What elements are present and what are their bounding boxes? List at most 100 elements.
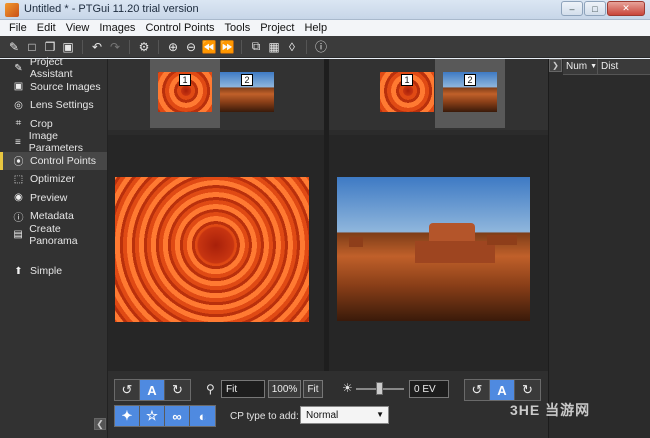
sidebar-item-create-panorama[interactable]: ▤ Create Panorama xyxy=(0,222,107,247)
left-rotate-group: ↺ A ↻ xyxy=(114,379,191,401)
cp-type-value: Normal xyxy=(306,409,339,421)
sidebar-item-label: Control Points xyxy=(30,154,96,167)
rotate-right-icon[interactable]: ↻ xyxy=(515,380,540,400)
maximize-button[interactable]: □ xyxy=(584,1,606,16)
pin-icon[interactable]: ✦ xyxy=(115,406,140,426)
sidebar-item-label: Source Images xyxy=(30,80,101,93)
toolbar-divider xyxy=(82,39,83,54)
exposure-input[interactable]: 0 EV xyxy=(409,380,449,398)
toolbar: ✎ □ ❐ ▣ ↶ ↷ ⚙ ⊕ ⊖ ⏪ ⏩ ⧉ ▦ ◊ ⓘ xyxy=(0,36,650,58)
link-icon[interactable]: ∞ xyxy=(165,406,190,426)
table-icon[interactable]: ▦ xyxy=(266,39,282,55)
star-icon[interactable]: ☆ xyxy=(140,406,165,426)
zoom-input[interactable]: Fit xyxy=(221,380,265,398)
undo-icon[interactable]: ↶ xyxy=(89,39,105,55)
optimizer-icon: ⬚ xyxy=(13,173,24,185)
sidebar-item-label: Project Assistant xyxy=(29,56,73,81)
menu-project[interactable]: Project xyxy=(255,22,299,34)
menu-bar: File Edit View Images Control Points Too… xyxy=(0,20,650,36)
settings-icon[interactable]: ⚙ xyxy=(136,39,152,55)
help-icon[interactable]: ⓘ xyxy=(313,39,329,55)
cp-type-select[interactable]: Normal ▼ xyxy=(300,406,389,424)
panorama-icon: ▤ xyxy=(13,229,23,241)
menu-help[interactable]: Help xyxy=(299,22,332,34)
control-bar: ↺ A ↻ ⚲ Fit 100% Fit ☀ 0 EV ↺ A ↻ ✦ ☆ ∞ … xyxy=(108,371,548,438)
duplicate-icon[interactable]: ❐ xyxy=(42,39,58,55)
menu-control-points[interactable]: Control Points xyxy=(140,22,219,34)
zoom-in-icon[interactable]: ⊕ xyxy=(165,39,181,55)
flower-image[interactable] xyxy=(115,177,309,322)
menu-view[interactable]: View xyxy=(61,22,95,34)
desert-image[interactable] xyxy=(337,177,530,321)
close-button[interactable]: ✕ xyxy=(607,1,645,16)
minimize-button[interactable]: – xyxy=(561,1,583,16)
brightness-icon: ☀ xyxy=(342,381,353,395)
table-header: Num ▼ Dist xyxy=(563,59,650,75)
zoom-100-button[interactable]: 100% xyxy=(268,380,301,398)
sidebar-item-source-images[interactable]: ▣ Source Images xyxy=(0,78,107,97)
toolbar-divider xyxy=(306,39,307,54)
rewind-icon[interactable]: ⏪ xyxy=(201,39,217,55)
left-thumb-slot-2[interactable]: 2 xyxy=(220,59,290,128)
left-thumbnail-strip: 1 2 xyxy=(108,59,324,130)
left-thumb-slot-1[interactable]: 1 xyxy=(150,59,220,128)
menu-file[interactable]: File xyxy=(4,22,32,34)
forward-icon[interactable]: ⏩ xyxy=(219,39,235,55)
column-header-num[interactable]: Num ▼ xyxy=(563,59,598,74)
redo-icon[interactable]: ↷ xyxy=(107,39,123,55)
right-thumbnail-strip: 1 2 xyxy=(329,59,548,130)
auto-rotate-button[interactable]: A xyxy=(140,380,165,400)
menu-tools[interactable]: Tools xyxy=(220,22,256,34)
thumb-number: 1 xyxy=(179,74,191,86)
zoom-out-icon[interactable]: ⊖ xyxy=(183,39,199,55)
menu-images[interactable]: Images xyxy=(94,22,140,34)
sliders-icon: ≡ xyxy=(14,136,21,148)
right-thumb-slot-2[interactable]: 2 xyxy=(435,59,505,128)
panorama-editor-icon[interactable]: ⧉ xyxy=(248,39,264,55)
save-icon[interactable]: ▣ xyxy=(60,39,76,55)
sidebar-item-label: Create Panorama xyxy=(29,222,78,247)
open-project-icon[interactable]: □ xyxy=(24,39,40,55)
sidebar-item-label: Simple xyxy=(30,265,63,278)
distant-butte xyxy=(349,237,363,247)
zoom-fit-button[interactable]: Fit xyxy=(303,380,323,398)
contrast-icon[interactable]: ◐ xyxy=(190,406,215,426)
sidebar-item-lens-settings[interactable]: ◎ Lens Settings xyxy=(0,96,107,115)
sidebar: ✎ Project Assistant ▣ Source Images ◎ Le… xyxy=(0,56,108,438)
sidebar-item-control-points[interactable]: ⦿ Control Points xyxy=(0,151,107,170)
collapse-panel-icon[interactable]: ❯ xyxy=(549,59,562,72)
info-icon: ⓘ xyxy=(13,212,24,224)
sidebar-item-simple[interactable]: ⬆ Simple xyxy=(0,262,107,281)
sidebar-item-preview[interactable]: ◉ Preview xyxy=(0,189,107,208)
thumb-number: 2 xyxy=(464,74,476,86)
sidebar-item-label: Preview xyxy=(30,191,68,204)
exposure-slider-knob[interactable] xyxy=(376,382,383,395)
rotate-left-icon[interactable]: ↺ xyxy=(115,380,140,400)
distant-butte xyxy=(487,235,517,245)
sidebar-item-label: Crop xyxy=(30,117,53,130)
menu-edit[interactable]: Edit xyxy=(32,22,61,34)
watermark: 3HE 当游网 xyxy=(510,402,591,418)
lens-icon: ◎ xyxy=(14,99,23,111)
column-header-dist[interactable]: Dist xyxy=(598,59,650,74)
new-project-icon[interactable]: ✎ xyxy=(6,39,22,55)
collapse-sidebar-icon[interactable]: ❮ xyxy=(94,418,106,430)
rotate-left-icon[interactable]: ↺ xyxy=(465,380,490,400)
tips-icon[interactable]: ◊ xyxy=(284,39,300,55)
sidebar-item-label: Metadata xyxy=(30,210,74,223)
left-image-view[interactable] xyxy=(108,135,324,371)
assistant-icon: ✎ xyxy=(14,62,23,74)
sidebar-item-optimizer[interactable]: ⬚ Optimizer xyxy=(0,170,107,189)
auto-rotate-button[interactable]: A xyxy=(490,380,515,400)
toolbar-divider xyxy=(241,39,242,54)
right-image-view[interactable] xyxy=(329,135,548,371)
sidebar-item-project-assistant[interactable]: ✎ Project Assistant xyxy=(0,56,107,81)
image-icon: ▣ xyxy=(13,81,24,93)
column-label: Num xyxy=(566,61,588,72)
sidebar-item-label: Image Parameters xyxy=(28,130,84,155)
rotate-right-icon[interactable]: ↻ xyxy=(165,380,190,400)
toolbar-divider xyxy=(129,39,130,54)
control-points-icon: ⦿ xyxy=(13,157,24,169)
sidebar-item-image-parameters[interactable]: ≡ Image Parameters xyxy=(0,130,107,155)
title-bar: Untitled * - PTGui 11.20 trial version –… xyxy=(0,0,650,20)
